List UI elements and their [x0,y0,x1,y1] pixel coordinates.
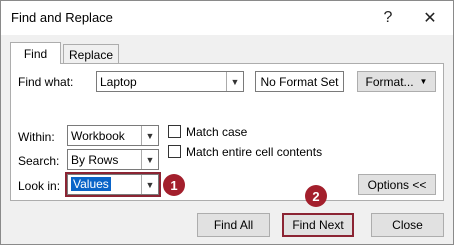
annotation-badge-2: 2 [305,185,327,207]
options-button[interactable]: Options << [358,174,436,195]
options-button-label: Options << [367,177,427,192]
tab-find-label: Find [23,47,48,61]
search-value: By Rows [71,153,119,167]
match-entire-label: Match entire cell contents [186,145,323,159]
find-replace-dialog: Find and Replace ? ✕ Find Replace Find w… [0,0,454,245]
within-label: Within: [18,130,55,144]
find-all-button[interactable]: Find All [197,213,270,237]
chevron-down-icon: ▼ [419,77,428,86]
chevron-down-icon[interactable]: ▼ [141,126,158,145]
search-combo[interactable]: By Rows ▼ [67,149,159,170]
close-button[interactable]: Close [371,213,444,237]
close-label: Close [392,218,423,232]
tab-find[interactable]: Find [10,42,61,64]
find-what-label: Find what: [18,75,74,89]
within-combo[interactable]: Workbook ▼ [67,125,159,146]
find-what-value: Laptop [100,75,137,89]
within-value: Workbook [71,129,125,143]
match-case-label: Match case [186,125,248,139]
format-preview: No Format Set [255,71,344,92]
chevron-down-icon[interactable]: ▼ [226,72,243,91]
search-label: Search: [18,154,60,168]
look-in-highlight [65,172,161,197]
format-button-label: Format... [365,74,414,89]
close-icon[interactable]: ✕ [407,1,453,35]
chevron-down-icon[interactable]: ▼ [141,150,158,169]
help-icon[interactable]: ? [365,1,411,35]
title-bar: Find and Replace ? ✕ [1,1,453,35]
find-all-label: Find All [213,218,254,232]
tab-replace[interactable]: Replace [63,44,119,64]
look-in-label: Look in: [18,179,61,193]
format-preview-label: No Format Set [260,74,339,89]
find-next-button[interactable]: Find Next [282,213,354,237]
window-title: Find and Replace [11,10,113,25]
tab-replace-label: Replace [68,48,114,62]
format-button[interactable]: Format... ▼ [357,71,436,92]
match-case-checkbox[interactable] [168,125,181,138]
find-what-combo[interactable]: Laptop ▼ [96,71,244,92]
annotation-badge-1: 1 [163,174,185,196]
find-next-label: Find Next [292,218,344,232]
match-entire-checkbox[interactable] [168,145,181,158]
